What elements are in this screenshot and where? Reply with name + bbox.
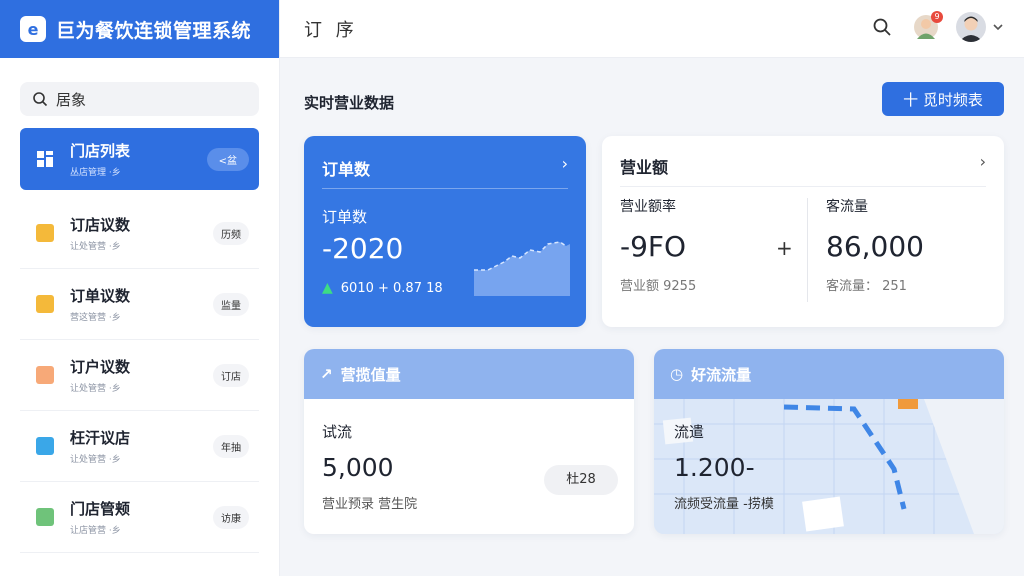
metric-tag[interactable]: 杜28 bbox=[544, 465, 618, 495]
flow-card[interactable]: ◷ 好流流量 流遣 1.200- 流频受流量 -捞模 bbox=[654, 349, 1004, 534]
header-actions: 9 bbox=[872, 11, 1004, 42]
sidebar-item-sub: 让店管营 ·乡 bbox=[70, 526, 121, 536]
card-title: 营业额 bbox=[620, 158, 669, 177]
metric-value: 86,000 bbox=[826, 230, 924, 263]
sidebar-item-sub: 让处管营 ·乡 bbox=[70, 455, 121, 465]
metric-value: -9FO bbox=[620, 230, 687, 263]
sidebar-item-sub: 营这管营 ·乡 bbox=[70, 313, 121, 323]
page-title: 订 序 bbox=[304, 19, 358, 41]
metric-sub: 营业预录 营生院 bbox=[322, 497, 418, 512]
sidebar-item-label: 订单议数 bbox=[70, 287, 131, 305]
trend-arrow-icon: ↗ bbox=[320, 365, 333, 383]
document-icon bbox=[36, 508, 54, 526]
sidebar-item-store-review[interactable]: 枉汗议店 让处管营 ·乡 年抽 bbox=[20, 411, 259, 482]
notification-avatar-icon[interactable]: 9 bbox=[914, 11, 943, 39]
sidebar-item-store-stats[interactable]: 订店议数 让处管营 ·乡 历频 bbox=[20, 198, 259, 269]
search-icon bbox=[33, 92, 48, 107]
revenue-card[interactable]: 营业额 › 营业额率 -9FO 营业额 9255 + 客流量 86,000 客流… bbox=[602, 136, 1004, 327]
cup-icon bbox=[36, 366, 54, 384]
card-header: ◷ 好流流量 bbox=[654, 349, 1004, 399]
sidebar-item-store-manage[interactable]: 门店管颊 让店管营 ·乡 访康 bbox=[20, 482, 259, 553]
sidebar-item-customer-stats[interactable]: 订户议数 让处管营 ·乡 订店 bbox=[20, 340, 259, 411]
metric-label: 流遣 bbox=[674, 423, 705, 441]
sidebar-item-sub: 丛店管理 ·乡 bbox=[70, 168, 121, 178]
section-title: 实时营业数据 bbox=[304, 94, 395, 112]
sidebar: e 巨为餐饮连锁管理系统 居象 门店列表 丛店管理 ·乡 <盆 订店议数 让处管… bbox=[0, 0, 280, 576]
card-title: 好流流量 bbox=[691, 365, 752, 384]
grid-icon bbox=[37, 151, 53, 167]
sidebar-item-tag[interactable]: <盆 bbox=[206, 147, 249, 171]
plus-icon: + bbox=[776, 236, 793, 260]
divider bbox=[322, 188, 568, 189]
card-title: 订单数 bbox=[322, 160, 371, 179]
orders-card[interactable]: 订单数 › 订单数 -2020 ▲ 6010 + 0.87 18 bbox=[304, 136, 586, 327]
sidebar-item-tag[interactable]: 监量 bbox=[213, 292, 249, 316]
metric-sub: 流频受流量 -捞模 bbox=[674, 497, 774, 512]
clock-icon: ◷ bbox=[670, 365, 684, 383]
sidebar-menu: 门店列表 丛店管理 ·乡 <盆 订店议数 让处管营 ·乡 历频 订单议数 营这管… bbox=[0, 128, 279, 553]
checklist-icon bbox=[36, 437, 54, 455]
folder-icon bbox=[36, 295, 54, 313]
add-report-button[interactable]: 十 觅时频表 bbox=[882, 82, 1004, 116]
top-header: 订 序 9 bbox=[280, 0, 1024, 58]
metric-label: 订单数 bbox=[322, 208, 368, 226]
metric-sub: 客流量： 251 bbox=[826, 279, 907, 294]
revenue-rate-column: 营业额率 -9FO 营业额 9255 bbox=[620, 196, 696, 294]
user-avatar[interactable] bbox=[956, 12, 986, 42]
metric-value: 5,000 bbox=[322, 453, 394, 482]
sparkline-chart bbox=[474, 241, 570, 296]
notification-badge: 9 bbox=[931, 11, 943, 23]
metric-value: 1.200- bbox=[674, 453, 755, 482]
sidebar-item-label: 订户议数 bbox=[70, 358, 131, 376]
arrow-up-icon: ▲ bbox=[322, 280, 333, 296]
card-title: 营揽值量 bbox=[340, 365, 401, 384]
divider bbox=[807, 198, 808, 302]
sidebar-item-label: 枉汗议店 bbox=[70, 429, 131, 447]
sidebar-item-sub: 让处管营 ·乡 bbox=[70, 384, 121, 394]
chevron-right-icon[interactable]: › bbox=[562, 154, 568, 173]
sidebar-item-order-stats[interactable]: 订单议数 营这管营 ·乡 监量 bbox=[20, 269, 259, 340]
search-input[interactable]: 居象 bbox=[20, 82, 259, 116]
sidebar-item-sub: 让处管营 ·乡 bbox=[70, 242, 121, 252]
sidebar-item-tag[interactable]: 访康 bbox=[213, 505, 249, 529]
trend-text: 6010 + 0.87 18 bbox=[340, 280, 443, 296]
metric-label: 试流 bbox=[322, 423, 353, 441]
search-icon[interactable] bbox=[872, 17, 892, 37]
chevron-right-icon[interactable]: › bbox=[980, 152, 986, 171]
metric-label: 营业额率 bbox=[620, 199, 676, 215]
sidebar-item-tag[interactable]: 订店 bbox=[213, 363, 249, 387]
customer-flow-column: 客流量 86,000 客流量： 251 bbox=[826, 196, 924, 294]
app-logo-icon: e bbox=[20, 16, 46, 42]
user-icon bbox=[959, 16, 983, 42]
sidebar-item-label: 门店列表 bbox=[70, 142, 131, 160]
card-header: ↗ 营揽值量 bbox=[304, 349, 634, 399]
trend-row: ▲ 6010 + 0.87 18 bbox=[322, 280, 443, 296]
brand-bar: e 巨为餐饮连锁管理系统 bbox=[0, 0, 279, 58]
search-placeholder: 居象 bbox=[56, 90, 87, 109]
app-title: 巨为餐饮连锁管理系统 bbox=[56, 19, 252, 42]
average-card[interactable]: ↗ 营揽值量 试流 5,000 营业预录 营生院 杜28 bbox=[304, 349, 634, 534]
metric-value: -2020 bbox=[322, 232, 404, 265]
metric-sub: 营业额 9255 bbox=[620, 279, 697, 294]
divider bbox=[620, 186, 986, 187]
chevron-down-icon[interactable] bbox=[992, 21, 1004, 33]
sidebar-item-store-list[interactable]: 门店列表 丛店管理 ·乡 <盆 bbox=[20, 128, 259, 190]
sidebar-item-tag[interactable]: 年抽 bbox=[213, 434, 249, 458]
sidebar-item-label: 订店议数 bbox=[70, 216, 131, 234]
sidebar-item-tag[interactable]: 历频 bbox=[213, 221, 249, 245]
sidebar-item-label: 门店管颊 bbox=[70, 500, 131, 518]
metric-label: 客流量 bbox=[826, 199, 868, 215]
folder-icon bbox=[36, 224, 54, 242]
